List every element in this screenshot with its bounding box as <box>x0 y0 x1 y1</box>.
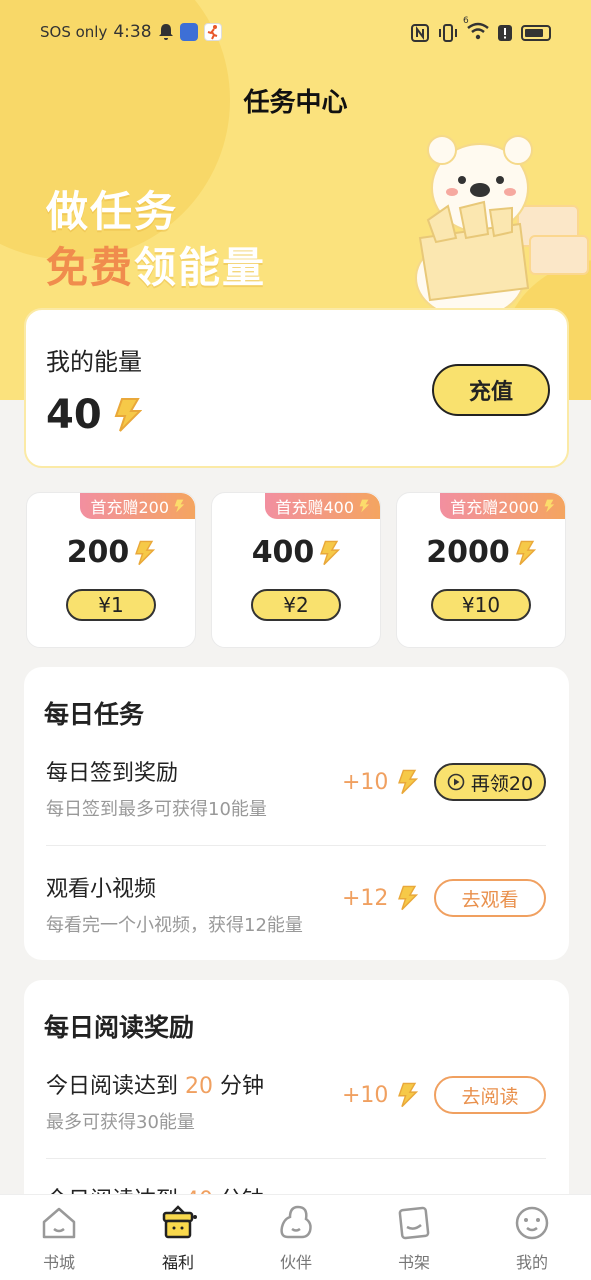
energy-bolt-icon <box>515 540 536 565</box>
nav-item-bookstore[interactable]: 书城 <box>19 1203 99 1273</box>
badge-text: 首充赠200 <box>90 498 169 517</box>
companion-icon <box>280 1205 312 1239</box>
pack-price-button[interactable]: ¥2 <box>251 589 341 621</box>
banner-slogan-rest: 领能量 <box>134 243 267 292</box>
banner-slogan-line1: 做任务 <box>46 187 179 236</box>
banner-slogan-highlight: 免费 <box>46 243 135 292</box>
task-item-video: 观看小视频 每看完一个小视频，获得12能量 +12 去观看 <box>46 871 546 961</box>
battery-icon <box>521 25 551 41</box>
pack-amount: 2000 <box>397 535 565 570</box>
pack-amount: 200 <box>27 535 195 570</box>
badge-text: 首充赠2000 <box>450 498 539 517</box>
energy-bolt-icon <box>398 885 419 911</box>
recharge-pack-card[interactable]: 首充赠200 200 ¥1 <box>26 492 196 648</box>
divider <box>46 845 546 846</box>
first-charge-badge: 首充赠200 <box>80 493 195 519</box>
banner-slogan-line2: 免费领能量 <box>46 234 266 295</box>
status-bar: SOS only 4:38 6 <box>0 16 591 48</box>
claim-again-button[interactable]: 再领20 <box>434 763 546 801</box>
carrier-text: SOS only <box>40 23 108 41</box>
nav-item-profile[interactable]: 我的 <box>492 1203 572 1273</box>
energy-value: 40 <box>46 392 102 438</box>
section-title: 每日任务 <box>44 700 145 729</box>
reward-value: +10 <box>342 769 389 795</box>
energy-bolt-icon <box>114 398 142 432</box>
bottom-navigation: 书城 福利 伙伴 书架 我的 <box>0 1194 591 1280</box>
house-icon <box>42 1207 76 1239</box>
gift-box-icon <box>162 1205 197 1239</box>
pack-amount: 400 <box>212 535 380 570</box>
energy-bolt-icon <box>135 540 156 565</box>
task-description: 每日签到最多可获得10能量 <box>46 799 267 820</box>
energy-balance: 40 <box>46 392 142 438</box>
nfc-icon <box>411 24 429 42</box>
my-energy-card: 我的能量 40 充值 <box>24 308 569 468</box>
wifi-icon <box>467 22 489 40</box>
small-bolt-icon <box>359 499 370 513</box>
first-charge-badge: 首充赠2000 <box>440 493 565 519</box>
task-reward: +10 <box>342 1082 419 1108</box>
play-circle-icon <box>447 773 465 791</box>
clock-time: 4:38 <box>113 22 152 42</box>
task-reward: +10 <box>342 769 419 795</box>
task-description: 最多可获得30能量 <box>46 1112 195 1133</box>
app-notification-icon <box>179 23 198 41</box>
small-bolt-icon <box>174 499 185 513</box>
go-read-button[interactable]: 去阅读 <box>434 1076 546 1114</box>
recharge-pack-card[interactable]: 首充赠2000 2000 ¥10 <box>396 492 566 648</box>
alert-icon <box>498 25 512 41</box>
bear-mascot-illustration <box>415 135 589 318</box>
daily-tasks-section: 每日任务 每日签到奖励 每日签到最多可获得10能量 +10 再领20 观看小视频… <box>24 667 569 960</box>
badge-text: 首充赠400 <box>275 498 354 517</box>
pack-price-button[interactable]: ¥1 <box>66 589 156 621</box>
reward-value: +10 <box>342 1082 389 1108</box>
task-minutes: 20 <box>185 1074 214 1099</box>
energy-bolt-icon <box>398 1082 419 1108</box>
nav-label: 福利 <box>161 1253 194 1272</box>
energy-bolt-icon <box>398 769 419 795</box>
vibrate-icon <box>439 24 457 42</box>
bookshelf-icon <box>398 1206 430 1240</box>
recharge-pack-card[interactable]: 首充赠400 400 ¥2 <box>211 492 381 648</box>
energy-label: 我的能量 <box>46 348 142 376</box>
task-name: 每日签到奖励 <box>46 761 179 786</box>
task-name: 观看小视频 <box>46 877 157 902</box>
profile-face-icon <box>515 1206 549 1240</box>
nav-label: 我的 <box>515 1253 548 1272</box>
nav-label: 书架 <box>397 1253 430 1272</box>
runner-app-icon <box>203 23 222 41</box>
wifi-version-text: 6 <box>463 16 469 26</box>
task-name-suffix: 分钟 <box>220 1074 265 1099</box>
task-description: 每看完一个小视频，获得12能量 <box>46 915 303 936</box>
page-title: 任务中心 <box>243 88 348 118</box>
divider <box>46 1158 546 1159</box>
section-title: 每日阅读奖励 <box>44 1013 195 1042</box>
first-charge-badge: 首充赠400 <box>265 493 380 519</box>
energy-bolt-icon <box>320 540 341 565</box>
task-name: 今日阅读达到 20 分钟 <box>46 1068 264 1100</box>
task-reward: +12 <box>342 885 419 911</box>
task-item-read-20: 今日阅读达到 20 分钟 最多可获得30能量 +10 去阅读 <box>46 1068 546 1158</box>
recharge-button[interactable]: 充值 <box>432 364 550 416</box>
task-name-prefix: 今日阅读达到 <box>46 1074 179 1099</box>
nav-item-welfare[interactable]: 福利 <box>138 1203 218 1273</box>
small-bolt-icon <box>544 499 555 513</box>
watch-video-button[interactable]: 去观看 <box>434 879 546 917</box>
pack-amount-value: 2000 <box>426 535 510 570</box>
reward-value: +12 <box>342 885 389 911</box>
bell-icon <box>158 24 173 40</box>
nav-label: 伙伴 <box>279 1253 312 1272</box>
pack-amount-value: 200 <box>66 535 130 570</box>
nav-label: 书城 <box>42 1253 75 1272</box>
pack-amount-value: 400 <box>251 535 315 570</box>
task-item-checkin: 每日签到奖励 每日签到最多可获得10能量 +10 再领20 <box>46 755 546 845</box>
nav-item-companion[interactable]: 伙伴 <box>256 1203 336 1273</box>
nav-item-bookshelf[interactable]: 书架 <box>374 1203 454 1273</box>
pack-price-button[interactable]: ¥10 <box>431 589 531 621</box>
claim-again-label: 再领20 <box>470 772 534 795</box>
